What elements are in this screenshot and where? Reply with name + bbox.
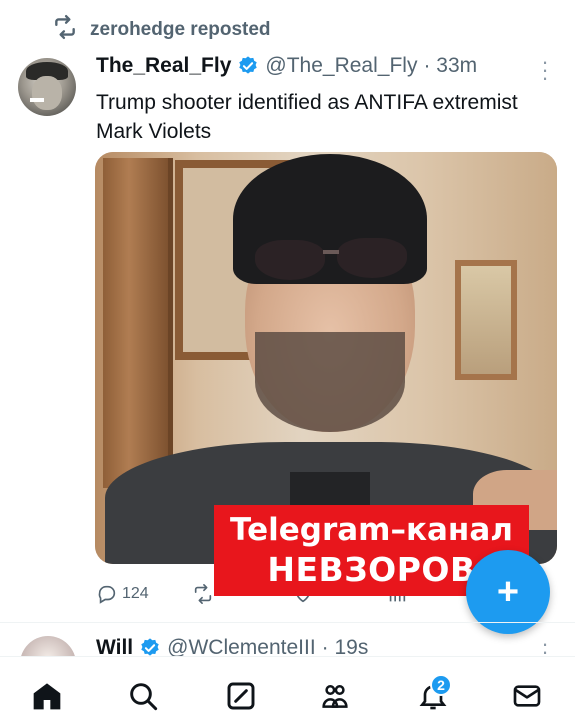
more-options-icon[interactable]: · · <box>535 633 555 663</box>
communities-icon <box>322 684 348 708</box>
timestamp[interactable]: · 33m <box>423 54 477 78</box>
handle[interactable]: @The_Real_Fly <box>265 54 417 78</box>
reply-icon <box>98 585 116 604</box>
tweet-image[interactable] <box>95 152 557 564</box>
tweet-text: Trump shooter identified as ANTIFA extre… <box>96 91 518 143</box>
display-name[interactable]: The_Real_Fly <box>96 54 231 78</box>
compose-plus-icon: + <box>496 570 520 613</box>
search-icon <box>130 683 158 711</box>
repost-indicator[interactable]: zerohedge reposted <box>52 14 271 46</box>
watermark-line1: Telegram–канал <box>230 512 513 548</box>
nav-messages[interactable] <box>510 679 544 713</box>
nav-grok[interactable] <box>224 679 258 713</box>
grok-icon <box>227 682 255 710</box>
reply-count: 124 <box>122 585 149 602</box>
repost-action-icon <box>194 584 212 604</box>
avatar[interactable] <box>18 58 76 116</box>
mail-icon <box>513 685 541 707</box>
nav-home[interactable] <box>30 679 64 713</box>
notifications-badge: 2 <box>430 674 452 696</box>
tweet-header: The_Real_Fly @The_Real_Fly · 33m <box>96 54 477 78</box>
verified-badge-icon <box>239 56 258 74</box>
nav-search[interactable] <box>126 679 160 713</box>
reply-button[interactable]: 124 <box>96 583 149 605</box>
home-icon <box>33 683 61 710</box>
nav-communities[interactable] <box>318 679 352 713</box>
more-options-icon[interactable]: · · · <box>535 51 555 89</box>
bottom-nav <box>0 656 575 725</box>
divider <box>0 622 575 623</box>
repost-label: zerohedge reposted <box>90 19 271 40</box>
repost-icon <box>52 14 78 46</box>
